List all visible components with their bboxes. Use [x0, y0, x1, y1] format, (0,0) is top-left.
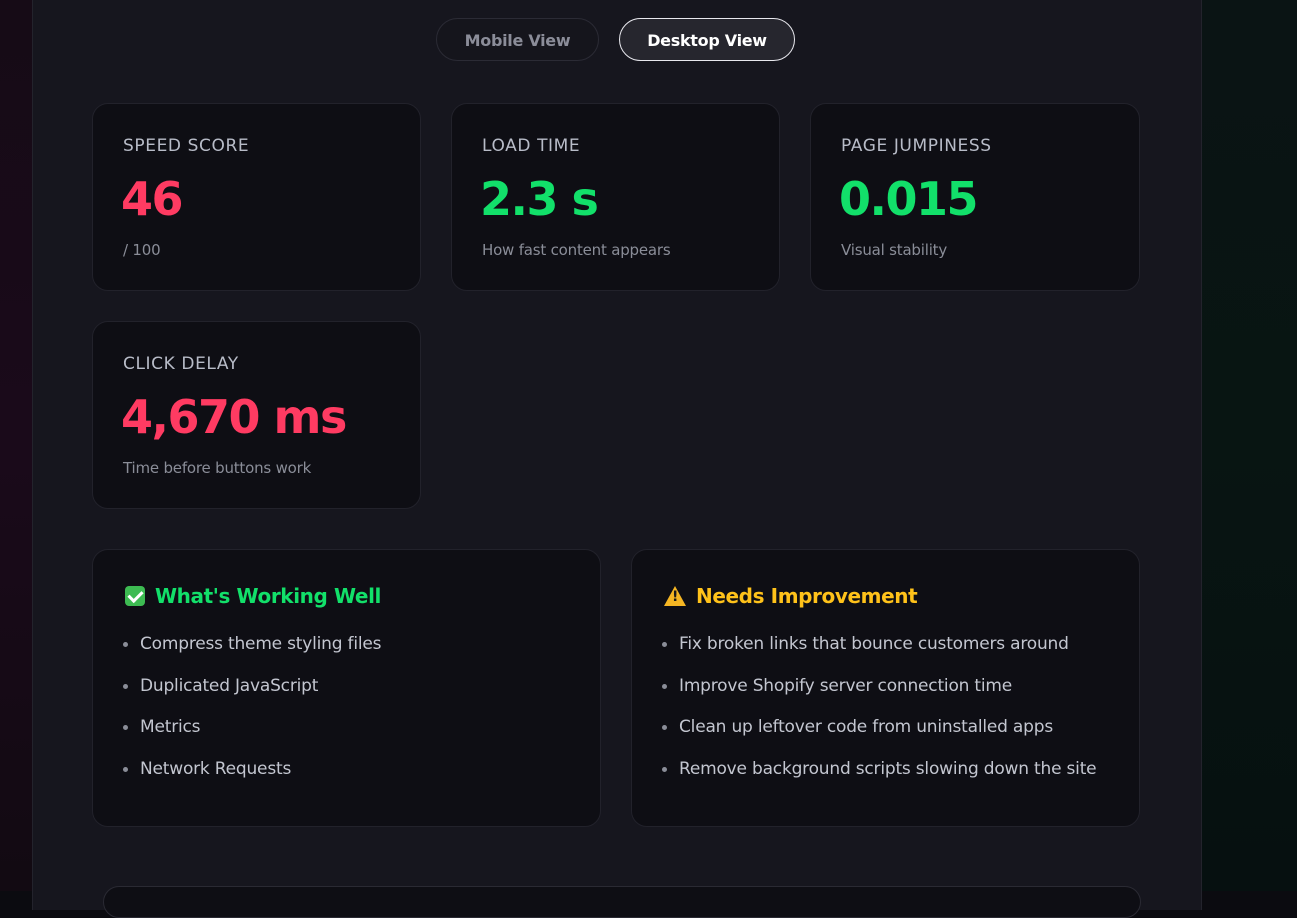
list-item: Duplicated JavaScript: [123, 672, 381, 714]
list-item: Improve Shopify server connection time: [662, 672, 1096, 714]
list-item: Network Requests: [123, 755, 381, 797]
page-background-right: [1201, 0, 1297, 891]
needs-improvement-list: Fix broken links that bounce customers a…: [662, 630, 1097, 797]
check-icon: [125, 586, 145, 606]
metric-card-page-jumpiness: PAGE JUMPINESS 0.015 Visual stability: [810, 103, 1140, 291]
list-item: Metrics: [123, 713, 381, 755]
metric-label: CLICK DELAY: [123, 354, 239, 374]
metric-value: 2.3 s: [480, 172, 599, 226]
working-well-title: What's Working Well: [125, 584, 381, 608]
warning-icon: [664, 586, 686, 606]
list-item: Fix broken links that bounce customers a…: [662, 630, 1096, 672]
metric-value: 0.015: [839, 172, 979, 226]
list-item: Remove background scripts slowing down t…: [662, 755, 1097, 797]
needs-improvement-title-text: Needs Improvement: [696, 584, 918, 608]
needs-improvement-title: Needs Improvement: [664, 584, 918, 608]
metric-card-speed-score: SPEED SCORE 46 / 100: [92, 103, 421, 291]
list-item: Clean up leftover code from uninstalled …: [662, 713, 1096, 755]
metric-subtext: How fast content appears: [482, 241, 671, 259]
working-well-title-text: What's Working Well: [155, 584, 381, 608]
metric-value: 4,670 ms: [121, 390, 347, 444]
metric-subtext: Visual stability: [841, 241, 948, 259]
needs-improvement-card: Needs Improvement Fix broken links that …: [631, 549, 1140, 827]
desktop-view-button[interactable]: Desktop View: [619, 18, 795, 61]
metric-card-load-time: LOAD TIME 2.3 s How fast content appears: [451, 103, 780, 291]
metric-subtext: / 100: [123, 241, 161, 259]
metric-label: SPEED SCORE: [123, 136, 250, 156]
metric-label: PAGE JUMPINESS: [841, 136, 992, 156]
list-item: Compress theme styling files: [123, 630, 381, 672]
metric-label: LOAD TIME: [482, 136, 581, 156]
mobile-view-button[interactable]: Mobile View: [436, 18, 599, 61]
metric-value: 46: [121, 172, 184, 226]
metric-card-click-delay: CLICK DELAY 4,670 ms Time before buttons…: [92, 321, 421, 509]
working-well-list: Compress theme styling files Duplicated …: [123, 630, 381, 797]
working-well-card: What's Working Well Compress theme styli…: [92, 549, 601, 827]
page-background-left: [0, 0, 32, 891]
metric-subtext: Time before buttons work: [123, 459, 312, 477]
